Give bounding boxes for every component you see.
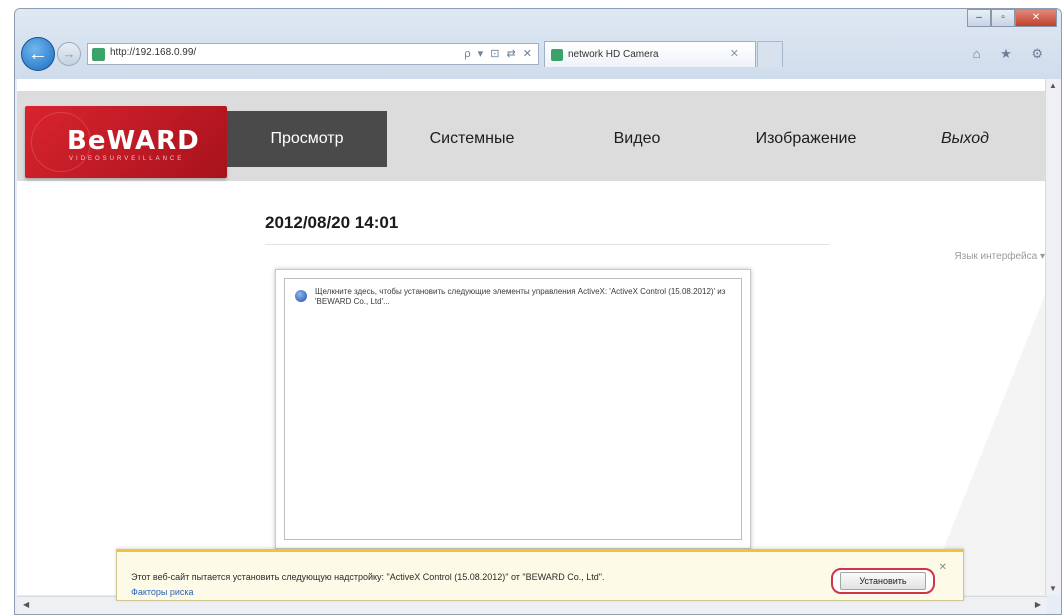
back-arrow-icon[interactable]: ← <box>21 37 55 71</box>
beward-logo[interactable]: BeWARD VIDEOSURVEILLANCE <box>25 106 227 178</box>
activex-placeholder[interactable]: Щелкните здесь, чтобы установить следующ… <box>284 278 742 540</box>
tab-favicon-icon <box>551 49 563 61</box>
menu-item-system[interactable]: Системные <box>387 111 557 167</box>
address-tools[interactable]: ρ ▾ ⊡ ⇄ ✕ <box>464 47 534 60</box>
page-content: BeWARD VIDEOSURVEILLANCE Просмотр Систем… <box>17 79 1045 595</box>
minimize-button[interactable]: – <box>967 9 991 27</box>
tab-close-icon[interactable]: ✕ <box>730 47 739 60</box>
install-button-highlight: Установить <box>831 568 935 594</box>
divider <box>265 244 830 245</box>
menu-item-logout[interactable]: Выход <box>895 111 1035 167</box>
close-window-button[interactable]: ✕ <box>1015 9 1057 27</box>
vertical-scrollbar[interactable]: ▲ ▼ <box>1045 79 1061 595</box>
infobar-close-icon[interactable]: ✕ <box>939 562 947 573</box>
logo-text: BeWARD <box>67 126 200 156</box>
menu-item-image[interactable]: Изображение <box>717 111 895 167</box>
address-bar[interactable]: http://192.168.0.99/ ρ ▾ ⊡ ⇄ ✕ <box>87 43 539 65</box>
new-tab-button[interactable] <box>757 41 783 67</box>
site-header: BeWARD VIDEOSURVEILLANCE Просмотр Систем… <box>17 91 1045 181</box>
browser-toolbar: – ▫ ✕ ← → http://192.168.0.99/ ρ ▾ ⊡ ⇄ ✕… <box>15 9 1061 79</box>
tab-network-camera[interactable]: network HD Camera ✕ <box>544 41 756 67</box>
forward-arrow-icon[interactable]: → <box>57 42 81 66</box>
scroll-left-icon[interactable]: ◀ <box>23 600 29 609</box>
infobar-message: Этот веб-сайт пытается установить следую… <box>131 572 605 582</box>
window-controls: – ▫ ✕ <box>967 9 1057 27</box>
main-menu: Просмотр Системные Видео Изображение Вых… <box>227 111 1045 167</box>
scroll-right-icon[interactable]: ▶ <box>1035 600 1041 609</box>
menu-item-view[interactable]: Просмотр <box>227 111 387 167</box>
tab-title: network HD Camera <box>568 49 659 60</box>
browser-tool-icons[interactable]: ⌂ ★ ⚙ <box>973 46 1051 62</box>
page-favicon-icon <box>92 48 105 61</box>
risk-factors-link[interactable]: Факторы риска <box>131 587 194 597</box>
activex-infobar: Этот веб-сайт пытается установить следую… <box>116 549 964 601</box>
menu-item-video[interactable]: Видео <box>557 111 717 167</box>
scroll-down-icon[interactable]: ▼ <box>1049 584 1057 593</box>
address-url[interactable]: http://192.168.0.99/ <box>110 47 196 58</box>
activex-notice[interactable]: Щелкните здесь, чтобы установить следующ… <box>315 287 735 307</box>
shield-icon <box>295 290 307 302</box>
scroll-up-icon[interactable]: ▲ <box>1049 81 1057 90</box>
camera-datetime: 2012/08/20 14:01 <box>265 213 399 232</box>
maximize-button[interactable]: ▫ <box>991 9 1015 27</box>
video-viewer: Щелкните здесь, чтобы установить следующ… <box>275 269 751 549</box>
language-selector[interactable]: Язык интерфейса ▾ <box>954 251 1045 262</box>
browser-window: – ▫ ✕ ← → http://192.168.0.99/ ρ ▾ ⊡ ⇄ ✕… <box>14 8 1062 615</box>
install-button[interactable]: Установить <box>840 572 926 590</box>
logo-subtitle: VIDEOSURVEILLANCE <box>69 156 185 162</box>
